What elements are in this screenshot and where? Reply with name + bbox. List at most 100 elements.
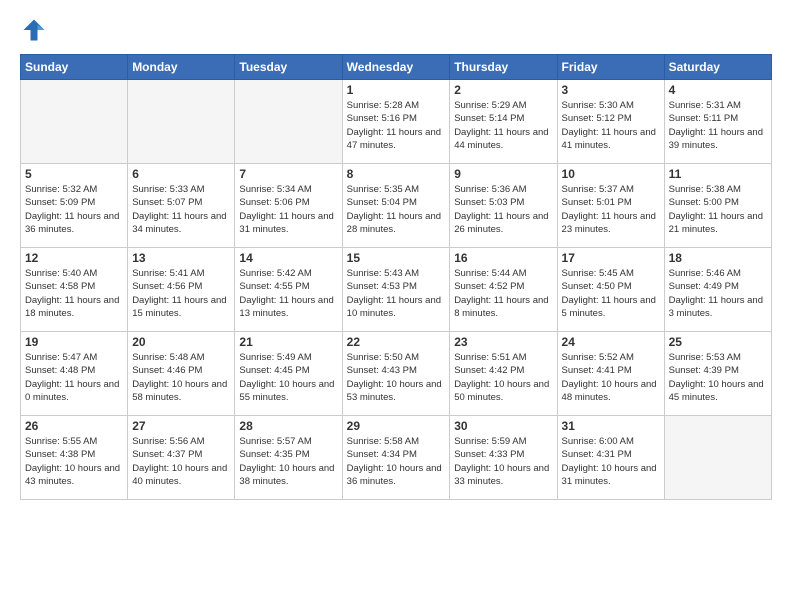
day-info: Sunrise: 5:47 AMSunset: 4:48 PMDaylight:… xyxy=(25,351,123,404)
week-row-2: 5Sunrise: 5:32 AMSunset: 5:09 PMDaylight… xyxy=(21,164,772,248)
day-cell: 6 Sunrise: 5:33 AMSunset: 5:07 PMDaylight… xyxy=(128,164,235,248)
day-cell: 24Sunrise: 5:52 AMSunset: 4:41 PMDayligh… xyxy=(557,332,664,416)
day-info: Sunrise: 5:43 AMSunset: 4:53 PMDaylight:… xyxy=(347,267,446,320)
day-info: Sunrise: 5:52 AMSunset: 4:41 PMDaylight:… xyxy=(562,351,660,404)
day-cell: 27Sunrise: 5:56 AMSunset: 4:37 PMDayligh… xyxy=(128,416,235,500)
weekday-header-thursday: Thursday xyxy=(450,55,557,80)
day-number: 23 xyxy=(454,335,552,349)
day-info: Sunrise: 5:41 AMSunset: 4:56 PMDaylight:… xyxy=(132,267,230,320)
day-cell xyxy=(128,80,235,164)
day-cell: 19 Sunrise: 5:47 AMSunset: 4:48 PMDayligh… xyxy=(21,332,128,416)
day-cell xyxy=(235,80,342,164)
day-info: Sunrise: 5:55 AMSunset: 4:38 PMDaylight:… xyxy=(25,435,123,488)
day-info: Sunrise: 5:31 AMSunset: 5:11 PMDaylight:… xyxy=(669,99,767,152)
day-info: Sunrise: 5:35 AMSunset: 5:04 PMDaylight:… xyxy=(347,183,446,236)
day-cell: 26 Sunrise: 5:55 AMSunset: 4:38 PMDayligh… xyxy=(21,416,128,500)
day-number: 19 xyxy=(25,335,123,349)
weekday-header-sunday: Sunday xyxy=(21,55,128,80)
day-cell: 31 Sunrise: 6:00 AMSunset: 4:31 PMDayligh… xyxy=(557,416,664,500)
day-cell: 28Sunrise: 5:57 AMSunset: 4:35 PMDayligh… xyxy=(235,416,342,500)
day-cell: 23 Sunrise: 5:51 AMSunset: 4:42 PMDayligh… xyxy=(450,332,557,416)
day-cell: 13 Sunrise: 5:41 AMSunset: 4:56 PMDayligh… xyxy=(128,248,235,332)
day-number: 29 xyxy=(347,419,446,433)
day-number: 3 xyxy=(562,83,660,97)
day-number: 8 xyxy=(347,167,446,181)
day-cell: 30 Sunrise: 5:59 AMSunset: 4:33 PMDayligh… xyxy=(450,416,557,500)
day-cell: 4 Sunrise: 5:31 AMSunset: 5:11 PMDaylight… xyxy=(664,80,771,164)
day-info: Sunrise: 5:48 AMSunset: 4:46 PMDaylight:… xyxy=(132,351,230,404)
week-row-3: 12 Sunrise: 5:40 AMSunset: 4:58 PMDayligh… xyxy=(21,248,772,332)
day-number: 15 xyxy=(347,251,446,265)
day-cell: 3Sunrise: 5:30 AMSunset: 5:12 PMDaylight… xyxy=(557,80,664,164)
day-number: 20 xyxy=(132,335,230,349)
day-number: 6 xyxy=(132,167,230,181)
day-cell: 7 Sunrise: 5:34 AMSunset: 5:06 PMDaylight… xyxy=(235,164,342,248)
day-info: Sunrise: 6:00 AMSunset: 4:31 PMDaylight:… xyxy=(562,435,660,488)
day-info: Sunrise: 5:46 AMSunset: 4:49 PMDaylight:… xyxy=(669,267,767,320)
day-number: 13 xyxy=(132,251,230,265)
logo-icon xyxy=(20,16,48,44)
day-info: Sunrise: 5:33 AMSunset: 5:07 PMDaylight:… xyxy=(132,183,230,236)
day-number: 14 xyxy=(239,251,337,265)
day-info: Sunrise: 5:56 AMSunset: 4:37 PMDaylight:… xyxy=(132,435,230,488)
weekday-header-friday: Friday xyxy=(557,55,664,80)
week-row-4: 19 Sunrise: 5:47 AMSunset: 4:48 PMDayligh… xyxy=(21,332,772,416)
day-cell: 12 Sunrise: 5:40 AMSunset: 4:58 PMDayligh… xyxy=(21,248,128,332)
day-cell: 15 Sunrise: 5:43 AMSunset: 4:53 PMDayligh… xyxy=(342,248,450,332)
day-cell: 17Sunrise: 5:45 AMSunset: 4:50 PMDayligh… xyxy=(557,248,664,332)
day-info: Sunrise: 5:38 AMSunset: 5:00 PMDaylight:… xyxy=(669,183,767,236)
day-number: 4 xyxy=(669,83,767,97)
day-number: 10 xyxy=(562,167,660,181)
week-row-5: 26 Sunrise: 5:55 AMSunset: 4:38 PMDayligh… xyxy=(21,416,772,500)
day-info: Sunrise: 5:53 AMSunset: 4:39 PMDaylight:… xyxy=(669,351,767,404)
day-cell: 11 Sunrise: 5:38 AMSunset: 5:00 PMDayligh… xyxy=(664,164,771,248)
day-info: Sunrise: 5:49 AMSunset: 4:45 PMDaylight:… xyxy=(239,351,337,404)
day-cell: 14 Sunrise: 5:42 AMSunset: 4:55 PMDayligh… xyxy=(235,248,342,332)
day-info: Sunrise: 5:59 AMSunset: 4:33 PMDaylight:… xyxy=(454,435,552,488)
day-info: Sunrise: 5:58 AMSunset: 4:34 PMDaylight:… xyxy=(347,435,446,488)
day-number: 11 xyxy=(669,167,767,181)
day-info: Sunrise: 5:34 AMSunset: 5:06 PMDaylight:… xyxy=(239,183,337,236)
day-number: 26 xyxy=(25,419,123,433)
day-cell: 21 Sunrise: 5:49 AMSunset: 4:45 PMDayligh… xyxy=(235,332,342,416)
day-number: 22 xyxy=(347,335,446,349)
day-number: 17 xyxy=(562,251,660,265)
day-info: Sunrise: 5:37 AMSunset: 5:01 PMDaylight:… xyxy=(562,183,660,236)
day-cell: 18 Sunrise: 5:46 AMSunset: 4:49 PMDayligh… xyxy=(664,248,771,332)
day-number: 31 xyxy=(562,419,660,433)
day-number: 25 xyxy=(669,335,767,349)
calendar-table: SundayMondayTuesdayWednesdayThursdayFrid… xyxy=(20,54,772,500)
day-info: Sunrise: 5:44 AMSunset: 4:52 PMDaylight:… xyxy=(454,267,552,320)
day-cell: 10 Sunrise: 5:37 AMSunset: 5:01 PMDayligh… xyxy=(557,164,664,248)
day-number: 12 xyxy=(25,251,123,265)
day-number: 1 xyxy=(347,83,446,97)
day-number: 21 xyxy=(239,335,337,349)
day-cell xyxy=(21,80,128,164)
week-row-1: 1 Sunrise: 5:28 AMSunset: 5:16 PMDaylight… xyxy=(21,80,772,164)
day-number: 16 xyxy=(454,251,552,265)
weekday-header-row: SundayMondayTuesdayWednesdayThursdayFrid… xyxy=(21,55,772,80)
day-info: Sunrise: 5:50 AMSunset: 4:43 PMDaylight:… xyxy=(347,351,446,404)
day-info: Sunrise: 5:28 AMSunset: 5:16 PMDaylight:… xyxy=(347,99,446,152)
day-cell: 2 Sunrise: 5:29 AMSunset: 5:14 PMDaylight… xyxy=(450,80,557,164)
day-info: Sunrise: 5:29 AMSunset: 5:14 PMDaylight:… xyxy=(454,99,552,152)
weekday-header-saturday: Saturday xyxy=(664,55,771,80)
header xyxy=(20,16,772,44)
day-cell: 25 Sunrise: 5:53 AMSunset: 4:39 PMDayligh… xyxy=(664,332,771,416)
day-cell: 5Sunrise: 5:32 AMSunset: 5:09 PMDaylight… xyxy=(21,164,128,248)
weekday-header-monday: Monday xyxy=(128,55,235,80)
day-info: Sunrise: 5:40 AMSunset: 4:58 PMDaylight:… xyxy=(25,267,123,320)
weekday-header-wednesday: Wednesday xyxy=(342,55,450,80)
logo xyxy=(20,16,52,44)
day-number: 30 xyxy=(454,419,552,433)
day-number: 18 xyxy=(669,251,767,265)
day-cell: 1 Sunrise: 5:28 AMSunset: 5:16 PMDaylight… xyxy=(342,80,450,164)
day-info: Sunrise: 5:51 AMSunset: 4:42 PMDaylight:… xyxy=(454,351,552,404)
day-cell xyxy=(664,416,771,500)
day-number: 7 xyxy=(239,167,337,181)
day-number: 28 xyxy=(239,419,337,433)
day-number: 9 xyxy=(454,167,552,181)
day-info: Sunrise: 5:42 AMSunset: 4:55 PMDaylight:… xyxy=(239,267,337,320)
day-number: 2 xyxy=(454,83,552,97)
day-number: 5 xyxy=(25,167,123,181)
